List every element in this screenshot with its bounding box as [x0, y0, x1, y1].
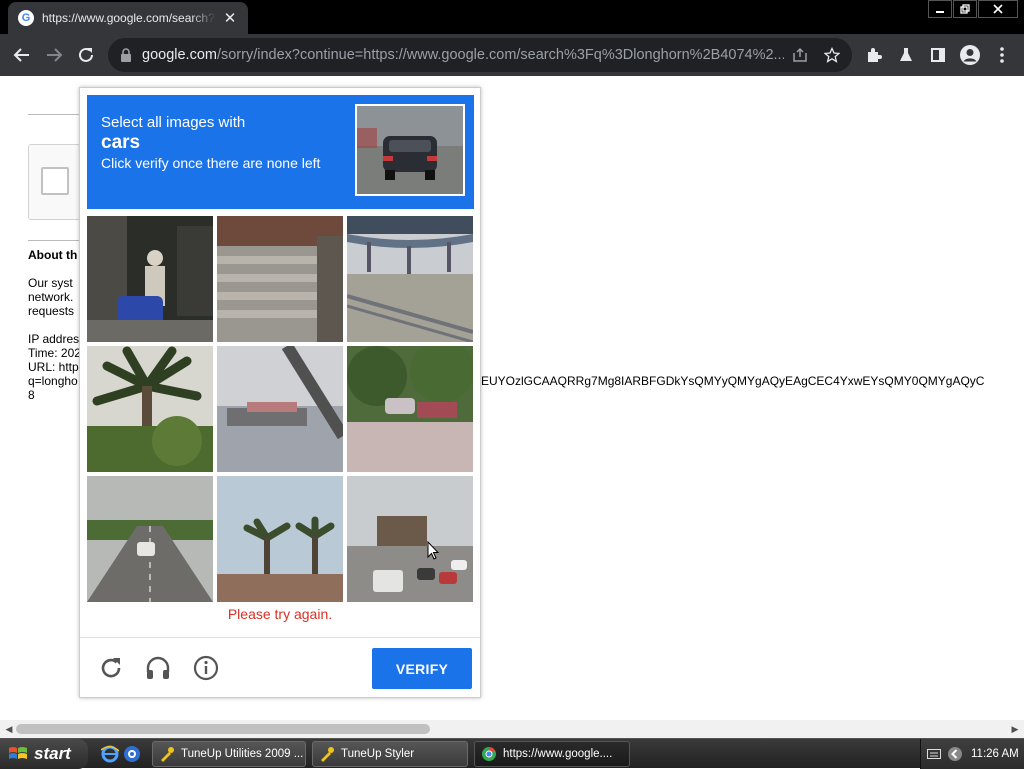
scroll-right-icon[interactable]: ▶: [1008, 722, 1022, 736]
refresh-icon: [101, 658, 121, 678]
task-label: TuneUp Styler: [341, 748, 415, 760]
scrollbar-thumb[interactable]: [16, 724, 430, 734]
tab-strip: G https://www.google.com/search?q= ✕: [0, 0, 1024, 34]
restore-window-button[interactable]: [953, 0, 977, 18]
browser-tab[interactable]: G https://www.google.com/search?q= ✕: [8, 2, 248, 34]
task-label: https://www.google....: [503, 748, 613, 760]
tray-expand-icon[interactable]: [947, 746, 963, 762]
taskbar-item-chrome[interactable]: https://www.google....: [474, 741, 630, 767]
start-label: start: [34, 744, 71, 763]
footer-divider: [80, 637, 480, 638]
tile-garden-car[interactable]: [347, 346, 473, 472]
meta-line: URL: http: [28, 360, 79, 374]
labs-button[interactable]: [890, 39, 922, 71]
profile-button[interactable]: [954, 39, 986, 71]
tab-close-icon[interactable]: ✕: [222, 9, 238, 27]
meta-line: q=longho: [28, 374, 78, 388]
url-path: /sorry/index?continue=https://www.google…: [216, 47, 784, 63]
body-line: Our syst: [28, 276, 73, 290]
info-icon: [193, 655, 219, 681]
back-button[interactable]: [6, 39, 38, 71]
recaptcha-checkbox[interactable]: [41, 167, 69, 195]
url-host: google.com: [142, 47, 217, 63]
quicklaunch-browser-icon[interactable]: [122, 744, 142, 764]
forward-arrow-icon: [47, 48, 63, 62]
sample-image: [355, 104, 465, 196]
chrome-icon: [482, 747, 496, 761]
tab-title: https://www.google.com/search?q=: [42, 11, 216, 25]
body-line: requests: [28, 304, 75, 318]
help-button[interactable]: [192, 654, 220, 682]
avatar-icon: [960, 45, 980, 65]
tile-street-traffic[interactable]: [347, 476, 473, 602]
side-panel-icon: [931, 48, 945, 62]
task-label: TuneUp Utilities 2009 ...: [181, 748, 304, 760]
close-window-button[interactable]: [978, 0, 1018, 18]
address-bar[interactable]: google.com/sorry/index?continue=https://…: [108, 38, 852, 72]
horizontal-scrollbar[interactable]: ◀ ▶: [0, 720, 1024, 738]
audio-challenge-button[interactable]: [144, 654, 172, 682]
side-panel-button[interactable]: [922, 39, 954, 71]
tile-palm-tree[interactable]: [87, 346, 213, 472]
share-button[interactable]: [784, 39, 816, 71]
windows-logo-icon: [9, 747, 27, 759]
instruction-object: cars: [101, 132, 141, 153]
forward-button[interactable]: [38, 39, 70, 71]
keyboard-icon[interactable]: [927, 748, 941, 760]
google-favicon-icon: G: [18, 10, 34, 26]
recaptcha-challenge: Select all images with cars Click verify…: [79, 87, 481, 698]
error-message: Please try again.: [227, 606, 333, 622]
url-text: google.com/sorry/index?continue=https://…: [142, 47, 784, 63]
about-heading: About th: [28, 248, 78, 262]
taskbar-item-tuneup-utilities[interactable]: TuneUp Utilities 2009 ...: [152, 741, 306, 767]
browser-toolbar: google.com/sorry/index?continue=https://…: [0, 34, 1024, 76]
bookmark-button[interactable]: [816, 39, 848, 71]
meta-line: Time: 202: [28, 346, 81, 360]
tile-person-scooter[interactable]: [87, 216, 213, 342]
tile-ship[interactable]: [217, 346, 343, 472]
instruction-text: Select all images with: [101, 114, 246, 131]
challenge-header: Select all images with cars Click verify…: [87, 95, 474, 209]
scroll-left-icon[interactable]: ◀: [2, 722, 16, 736]
kebab-menu-icon: [1000, 47, 1004, 63]
star-icon: [824, 47, 840, 63]
minimize-window-button[interactable]: [928, 0, 952, 18]
tile-road-car[interactable]: [87, 476, 213, 602]
taskbar: start TuneUp Utilities 2009 ... TuneUp S…: [0, 738, 1024, 769]
tile-palms-roof[interactable]: [217, 476, 343, 602]
headphones-icon: [146, 656, 170, 679]
meta-line: IP addres: [28, 332, 80, 346]
start-button[interactable]: start: [0, 739, 88, 769]
share-icon: [793, 47, 807, 62]
clock: 11:26 AM: [971, 748, 1019, 760]
extensions-button[interactable]: [858, 39, 890, 71]
body-line: network.: [28, 290, 74, 304]
taskbar-item-tuneup-styler[interactable]: TuneUp Styler: [312, 741, 468, 767]
mouse-cursor-icon: [427, 541, 439, 560]
system-tray: 11:26 AM: [920, 739, 1024, 769]
url-overflow-text: EUYOzlGCAAQRRg7Mg8IARBFGDkYsQMYyQMYgAQyE…: [481, 374, 985, 388]
internet-explorer-icon[interactable]: [100, 744, 120, 764]
reload-button[interactable]: [70, 39, 102, 71]
verify-button[interactable]: VERIFY: [372, 648, 472, 689]
tile-overpass[interactable]: [347, 216, 473, 342]
reload-icon: [79, 47, 93, 62]
back-arrow-icon: [13, 48, 29, 62]
image-grid: [87, 216, 474, 602]
browser-menu-button[interactable]: [986, 39, 1018, 71]
tuneup-icon: [161, 747, 174, 762]
tile-stone-steps[interactable]: [217, 216, 343, 342]
reload-challenge-button[interactable]: [97, 654, 125, 682]
puzzle-icon: [868, 48, 882, 62]
lock-icon: [121, 48, 131, 62]
meta-line: 8: [28, 388, 35, 402]
flask-icon: [900, 48, 912, 61]
tuneup-styler-icon: [321, 747, 334, 762]
instruction-subtext: Click verify once there are none left: [101, 155, 321, 171]
